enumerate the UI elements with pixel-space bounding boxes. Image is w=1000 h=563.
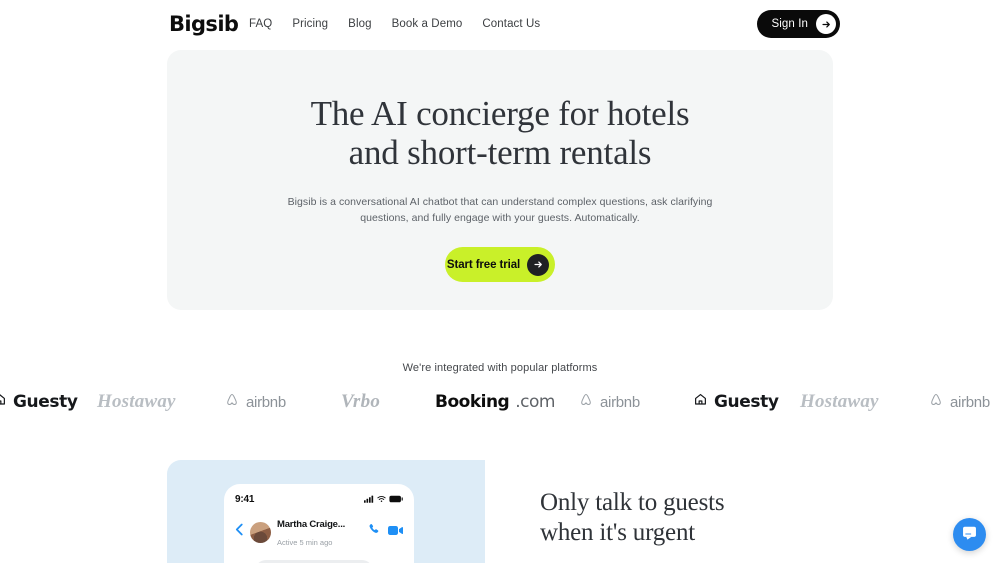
landing-page: Bigsib FAQ Pricing Blog Book a Demo Cont…	[0, 0, 1000, 563]
arrow-right-icon	[527, 253, 550, 276]
logo-airbnb: airbnb	[224, 392, 286, 413]
airbnb-belo-icon	[224, 392, 240, 413]
site-header: Bigsib FAQ Pricing Blog Book a Demo Cont…	[0, 0, 1000, 48]
phone-status-bar: 9:41	[235, 492, 403, 506]
start-free-trial-button[interactable]: Start free trial	[445, 247, 555, 282]
call-actions	[368, 523, 403, 541]
feature-text-block: Only talk to guests when it's urgent Big…	[485, 460, 833, 563]
arrow-right-icon	[816, 14, 836, 34]
phone-icon[interactable]	[368, 523, 381, 541]
hero-title-line2: and short-term rentals	[348, 133, 652, 172]
avatar	[250, 521, 271, 543]
hero-title: The AI concierge for hotels and short-te…	[167, 94, 833, 172]
house-icon	[0, 392, 7, 412]
nav-link-blog[interactable]: Blog	[348, 18, 371, 30]
feature-title-line2: when it's urgent	[540, 519, 695, 546]
chat-launcher-button[interactable]	[953, 518, 986, 551]
nav-link-book-a-demo[interactable]: Book a Demo	[392, 18, 463, 30]
cta-label: Start free trial	[446, 258, 521, 271]
chat-header: Martha Craige... Active 5 min ago	[235, 514, 403, 550]
peer-status: Active 5 min ago	[277, 538, 333, 547]
wifi-icon	[377, 490, 386, 508]
logo-airbnb-text: airbnb	[600, 393, 640, 411]
hero-section: The AI concierge for hotels and short-te…	[167, 50, 833, 310]
brand-logo[interactable]: Bigsib	[169, 12, 239, 36]
chevron-left-icon[interactable]	[235, 523, 244, 541]
nav-link-contact-us[interactable]: Contact Us	[482, 18, 540, 30]
logo-airbnb: airbnb	[928, 392, 990, 413]
status-time: 9:41	[235, 493, 255, 505]
logo-guesty-text: Guesty	[13, 392, 78, 412]
peer-info: Martha Craige... Active 5 min ago	[277, 514, 362, 550]
video-icon[interactable]	[388, 523, 403, 541]
signal-icon	[364, 490, 374, 508]
logo-booking-com: Booking .com	[435, 392, 555, 412]
hero-title-line1: The AI concierge for hotels	[310, 94, 690, 133]
logo-hostaway: Hostaway	[97, 391, 176, 412]
sign-in-label: Sign In	[771, 18, 808, 30]
chat-message-icon	[961, 524, 978, 546]
logo-guesty-text: Guesty	[714, 392, 779, 412]
nav-link-faq[interactable]: FAQ	[249, 18, 272, 30]
feature-section: 9:41 Martha Craige... Active 5 min ago O…	[167, 460, 833, 563]
airbnb-belo-icon	[578, 392, 594, 413]
status-icons	[364, 490, 403, 508]
feature-title: Only talk to guests when it's urgent	[540, 488, 833, 548]
phone-mockup-panel: 9:41 Martha Craige... Active 5 min ago	[167, 460, 485, 563]
integration-logos: Guesty Hostaway airbnb Vrbo Booking .com …	[0, 388, 1000, 416]
logo-guesty: Guesty	[693, 392, 779, 412]
nav-link-pricing[interactable]: Pricing	[292, 18, 328, 30]
feature-title-line1: Only talk to guests	[540, 489, 725, 516]
logo-airbnb-text: airbnb	[246, 393, 286, 411]
logo-hostaway: Hostaway	[800, 391, 879, 412]
main-nav: FAQ Pricing Blog Book a Demo Contact Us	[249, 18, 540, 30]
logo-guesty: Guesty	[0, 392, 78, 412]
hero-subtitle: Bigsib is a conversational AI chatbot th…	[287, 196, 713, 224]
logo-booking-light: .com	[515, 392, 555, 412]
logo-booking-bold: Booking	[435, 392, 510, 412]
logo-airbnb-text: airbnb	[950, 393, 990, 411]
logo-airbnb: airbnb	[578, 392, 640, 413]
battery-icon	[389, 490, 403, 508]
house-icon	[693, 392, 708, 412]
airbnb-belo-icon	[928, 392, 944, 413]
logo-vrbo: Vrbo	[341, 391, 381, 412]
sign-in-button[interactable]: Sign In	[757, 10, 840, 38]
integrations-heading: We're integrated with popular platforms	[402, 362, 598, 374]
peer-name: Martha Craige...	[277, 519, 346, 530]
phone-mockup: 9:41 Martha Craige... Active 5 min ago	[224, 484, 414, 563]
